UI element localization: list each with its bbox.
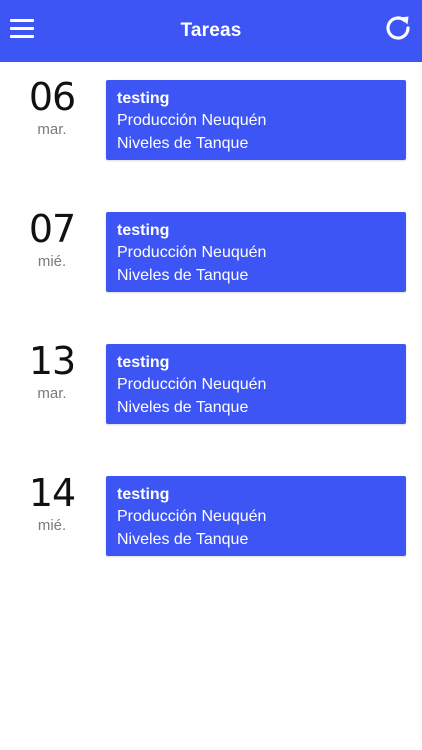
- task-card[interactable]: testing Producción Neuquén Niveles de Ta…: [106, 344, 406, 424]
- weekday-label: mar.: [37, 121, 67, 138]
- task-location: Producción Neuquén: [117, 244, 267, 261]
- weekday-label: mar.: [37, 385, 67, 402]
- task-description: Niveles de Tanque: [117, 267, 249, 284]
- task-card[interactable]: testing Producción Neuquén Niveles de Ta…: [106, 212, 406, 292]
- app-bar: Tareas: [0, 0, 422, 62]
- date-column: 06 mar.: [0, 62, 104, 138]
- weekday-label: mié.: [37, 253, 67, 270]
- refresh-button[interactable]: [382, 12, 414, 44]
- task-row: 07 mié. testing Producción Neuquén Nivel…: [0, 194, 422, 292]
- task-description: Niveles de Tanque: [117, 399, 249, 416]
- day-number: 13: [28, 339, 76, 383]
- task-card[interactable]: testing Producción Neuquén Niveles de Ta…: [106, 476, 406, 556]
- task-location: Producción Neuquén: [117, 376, 267, 393]
- task-location: Producción Neuquén: [117, 112, 267, 129]
- task-title: testing: [117, 354, 170, 371]
- task-location: Producción Neuquén: [117, 508, 267, 525]
- task-row: 14 mié. testing Producción Neuquén Nivel…: [0, 458, 422, 556]
- refresh-icon: [386, 16, 410, 40]
- task-card[interactable]: testing Producción Neuquén Niveles de Ta…: [106, 80, 406, 160]
- task-row: 06 mar. testing Producción Neuquén Nivel…: [0, 62, 422, 160]
- day-number: 06: [28, 75, 76, 119]
- task-description: Niveles de Tanque: [117, 135, 249, 152]
- task-title: testing: [117, 486, 170, 503]
- date-column: 13 mar.: [0, 326, 104, 402]
- task-description: Niveles de Tanque: [117, 531, 249, 548]
- task-row: 13 mar. testing Producción Neuquén Nivel…: [0, 326, 422, 424]
- weekday-label: mié.: [37, 517, 67, 534]
- task-title: testing: [117, 222, 170, 239]
- day-number: 07: [28, 207, 76, 251]
- day-number: 14: [28, 471, 76, 515]
- task-title: testing: [117, 90, 170, 107]
- date-column: 07 mié.: [0, 194, 104, 270]
- page-title: Tareas: [180, 20, 242, 41]
- date-column: 14 mié.: [0, 458, 104, 534]
